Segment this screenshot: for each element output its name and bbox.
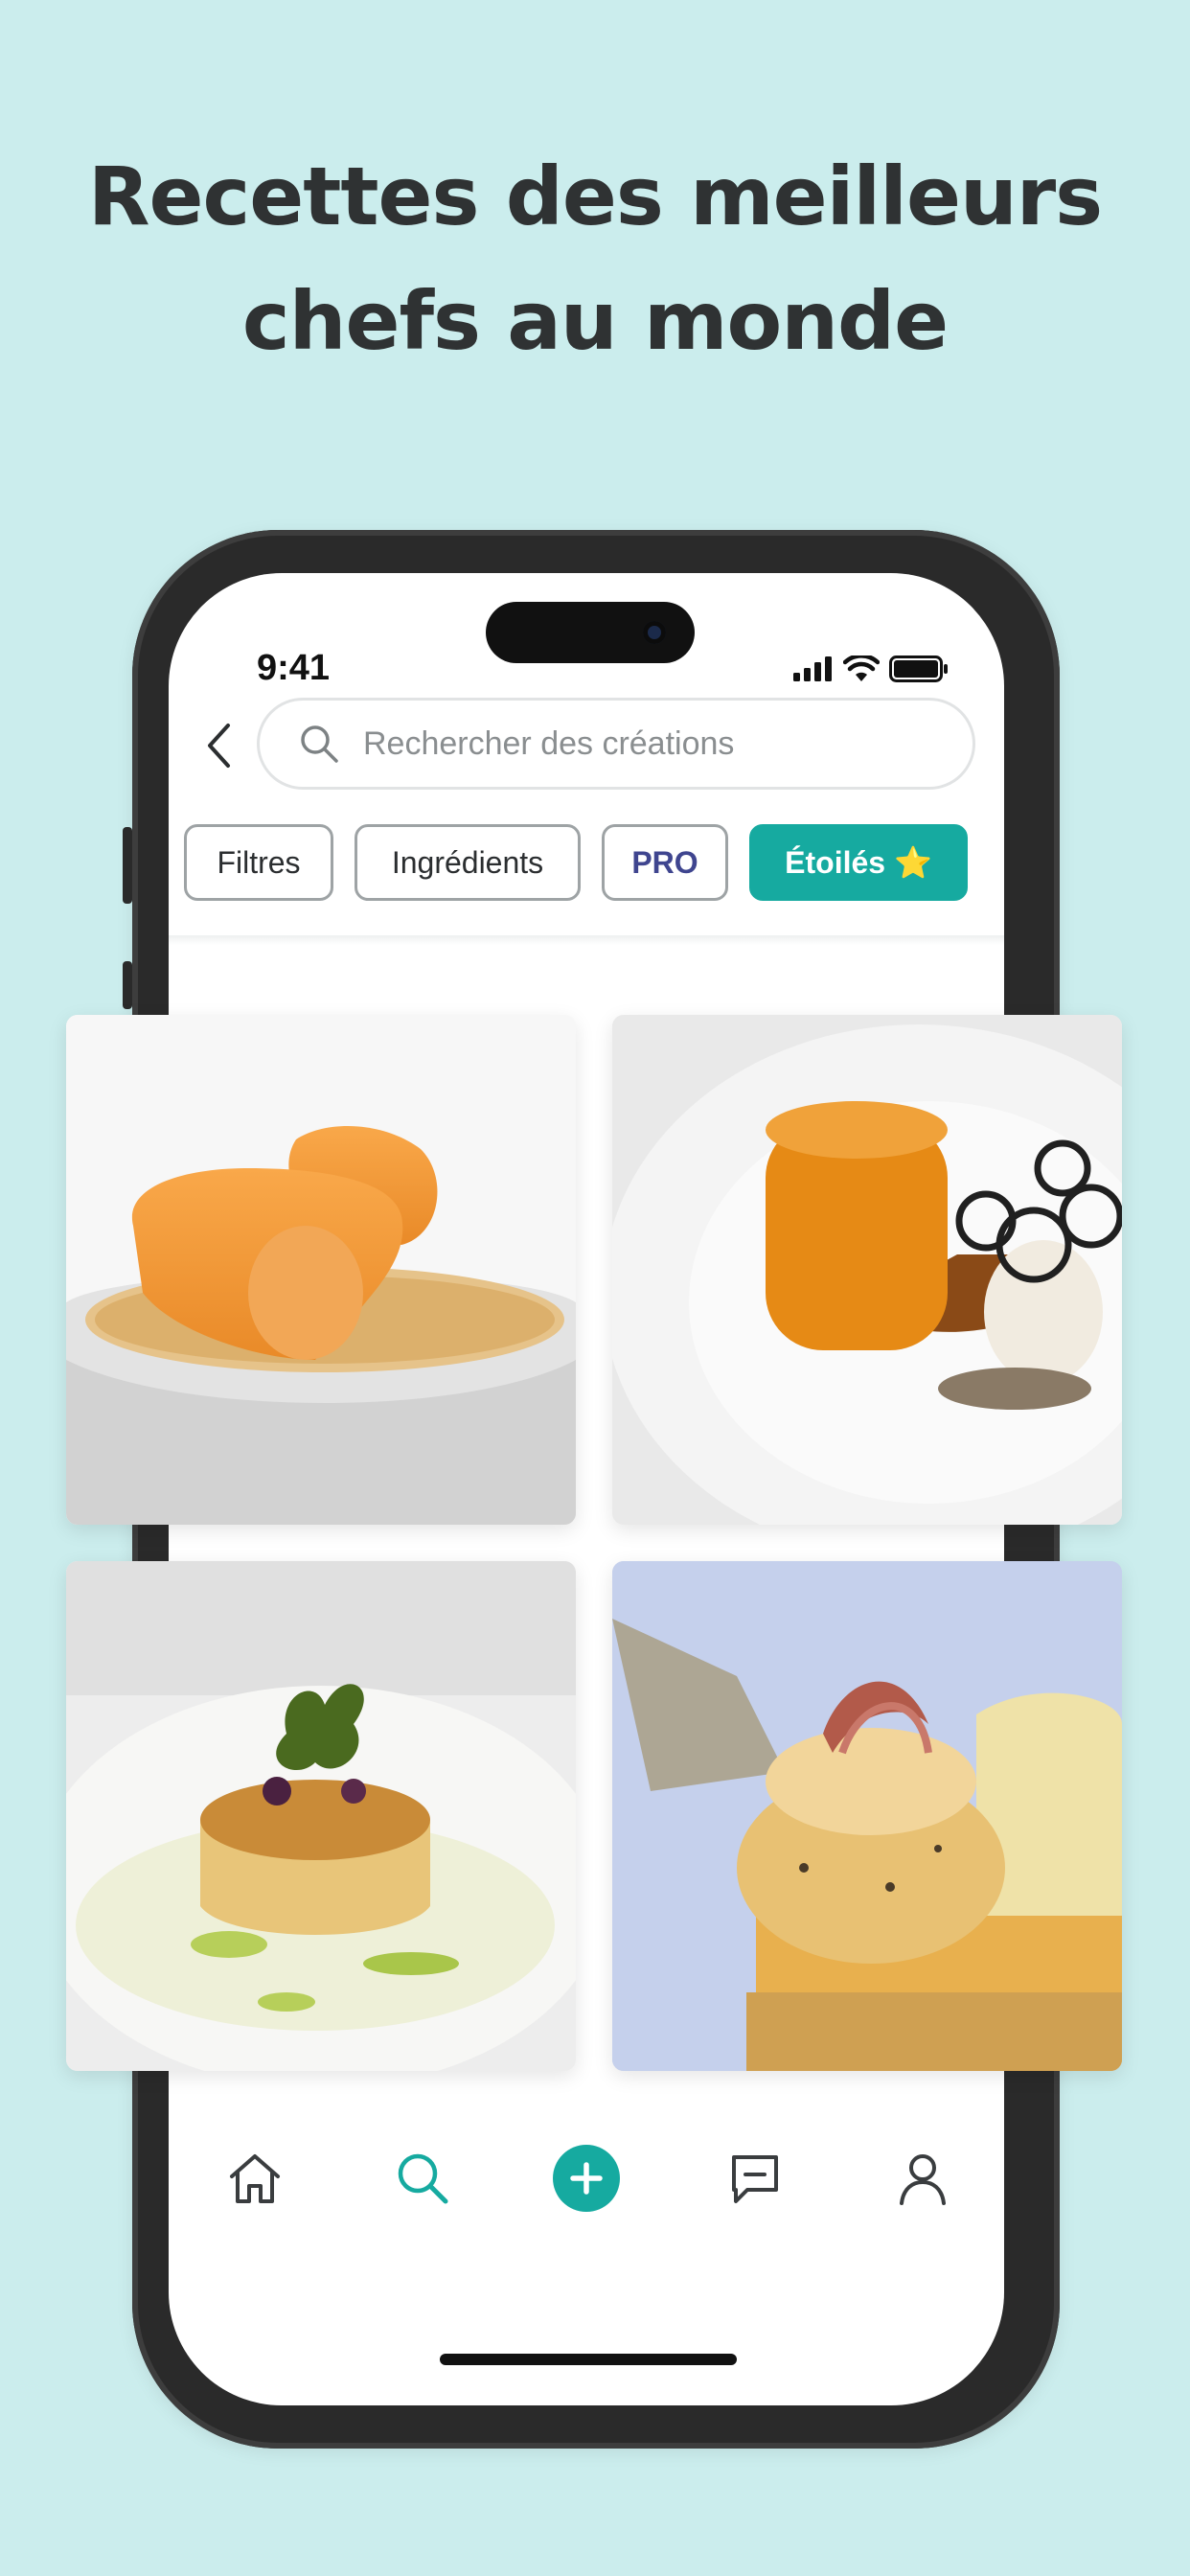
home-icon [230,2154,280,2203]
status-time: 9:41 [257,648,331,688]
chevron-left-icon [208,724,230,768]
search-placeholder: Rechercher des créations [363,724,735,762]
dish-image [66,1015,576,1525]
phone-side-button [123,961,132,1009]
recipe-card[interactable] [66,1561,576,2071]
tab-search[interactable] [379,2135,466,2221]
recipe-card[interactable] [612,1561,1122,2071]
tab-messages[interactable] [712,2135,798,2221]
search-icon [301,725,338,763]
home-indicator [440,2354,737,2365]
chip-ingredients[interactable]: Ingrédients [355,824,581,901]
recipe-card[interactable] [612,1015,1122,1525]
headline: Recettes des meilleurs chefs au monde [0,134,1190,383]
headline-line-2: chefs au monde [241,274,949,368]
phone-side-button [123,827,132,904]
search-input[interactable]: Rechercher des créations [257,698,975,790]
tab-profile[interactable] [880,2135,966,2221]
signal-icon [793,656,832,681]
camera-icon [643,621,666,644]
messages-icon [732,2155,778,2203]
profile-icon [900,2154,946,2205]
dish-image [66,1561,576,2071]
headline-line-1: Recettes des meilleurs [87,150,1103,243]
dish-image [612,1561,1122,2071]
filter-chips: Filtres Ingrédients PRO Étoilés ⭐ [184,824,968,901]
tab-bar [169,2135,1004,2269]
chip-filtres[interactable]: Filtres [184,824,333,901]
search-icon [398,2153,448,2204]
dynamic-island [486,602,695,663]
tab-add[interactable] [543,2135,629,2221]
add-icon [553,2145,620,2212]
chip-pro[interactable]: PRO [602,824,728,901]
back-button[interactable] [199,717,238,774]
recipe-card[interactable] [66,1015,576,1525]
divider [169,935,1004,945]
battery-icon [889,656,948,682]
wifi-icon [843,656,880,681]
dish-image [612,1015,1122,1525]
tab-home[interactable] [212,2135,298,2221]
chip-etoiles[interactable]: Étoilés ⭐ [749,824,968,901]
status-icons [793,656,949,682]
